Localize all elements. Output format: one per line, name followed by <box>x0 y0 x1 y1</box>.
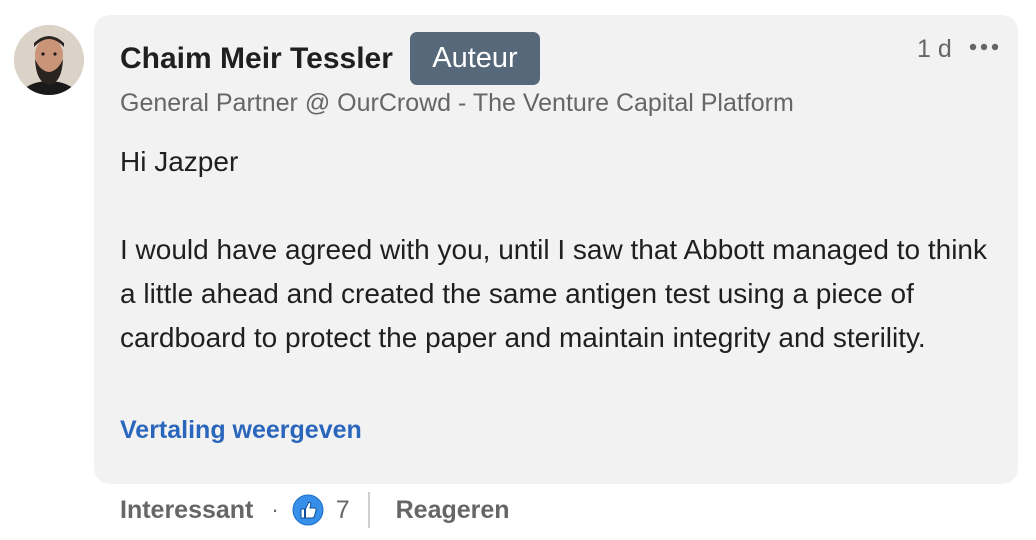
author-avatar[interactable] <box>14 25 84 95</box>
reply-button[interactable]: Reageren <box>396 496 510 525</box>
react-button[interactable]: Interessant <box>120 496 253 525</box>
comment-greeting: Hi Jazper <box>120 146 239 177</box>
ellipsis-icon[interactable] <box>967 37 1001 57</box>
show-translation-link[interactable]: Vertaling weergeven <box>120 414 362 446</box>
reaction-count[interactable]: 7 <box>336 496 350 525</box>
comment-timestamp: 1 d <box>917 35 952 63</box>
separator-dot: · <box>271 497 279 522</box>
thumbs-up-icon[interactable] <box>292 494 324 526</box>
comment-actions: Interessant · 7 Reageren <box>120 490 510 530</box>
author-name[interactable]: Chaim Meir Tessler <box>120 40 393 78</box>
action-divider <box>367 492 370 528</box>
comment-text: I would have agreed with you, until I sa… <box>120 234 987 353</box>
author-badge: Auteur <box>410 32 540 85</box>
author-headline: General Partner @ OurCrowd - The Venture… <box>120 89 794 117</box>
comment-body: Hi Jazper I would have agreed with you, … <box>120 140 1000 360</box>
